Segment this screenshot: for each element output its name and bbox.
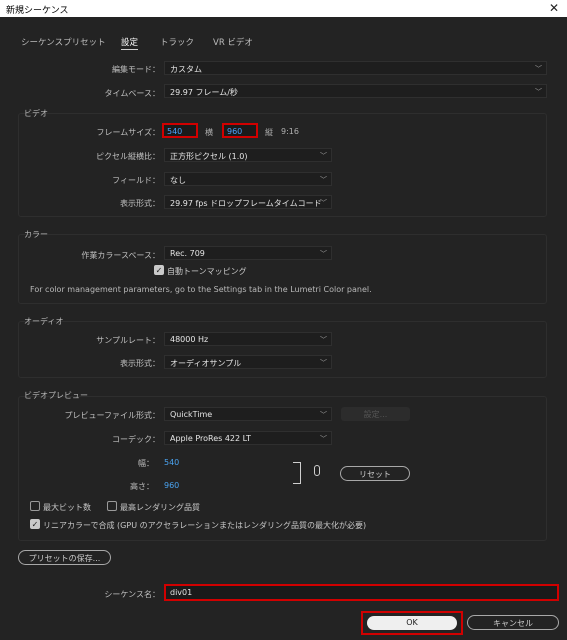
chevron-down-icon: ﹀ (320, 435, 327, 443)
audio-display-format-dropdown[interactable]: オーディオサンプル ﹀ (164, 355, 332, 369)
display-format-value: 29.97 fps ドロップフレームタイムコード (170, 199, 322, 208)
audio-display-format-value: オーディオサンプル (170, 359, 242, 368)
pixel-aspect-label: ピクセル縦横比： (96, 152, 160, 161)
auto-tone-mapping-label: 自動トーンマッピング (167, 267, 247, 276)
frame-width-input[interactable]: 540 (162, 123, 198, 138)
ok-highlight: OK (361, 611, 463, 635)
tab-bar: シーケンスプリセット 設定 トラック VR ビデオ (0, 36, 567, 50)
tab-vr-video[interactable]: VR ビデオ (213, 36, 253, 48)
audio-display-format-label: 表示形式： (120, 359, 160, 368)
display-format-label: 表示形式： (120, 199, 160, 208)
chevron-down-icon: ﹀ (320, 199, 327, 207)
linear-color-checkbox[interactable]: ✓ (30, 519, 40, 529)
sample-rate-label: サンプルレート： (96, 336, 160, 345)
chevron-down-icon: ﹀ (320, 359, 327, 367)
frame-size-label: フレームサイズ： (96, 128, 160, 137)
audio-section (18, 321, 547, 378)
link-icon[interactable] (314, 465, 320, 476)
save-preset-button[interactable]: プリセットの保存... (18, 550, 111, 565)
window-title: 新規シーケンス (6, 6, 69, 16)
fields-dropdown[interactable]: なし ﹀ (164, 172, 332, 186)
chevron-down-icon: ﹀ (535, 88, 542, 96)
working-color-space-dropdown[interactable]: Rec. 709 ﹀ (164, 246, 332, 260)
sequence-name-label: シーケンス名： (104, 590, 160, 599)
timebase-label: タイムベース： (104, 89, 160, 98)
sample-rate-value: 48000 Hz (170, 335, 209, 344)
chevron-down-icon: ﹀ (320, 176, 327, 184)
timebase-value: 29.97 フレーム/秒 (170, 88, 238, 97)
ok-button[interactable]: OK (367, 616, 457, 630)
cancel-button[interactable]: キャンセル (467, 615, 559, 630)
max-bit-depth-checkbox[interactable] (30, 501, 40, 511)
auto-tone-mapping-checkbox[interactable]: ✓ (154, 265, 164, 275)
preview-width-value[interactable]: 540 (164, 458, 179, 467)
sample-rate-dropdown[interactable]: 48000 Hz ﹀ (164, 332, 332, 346)
tab-settings[interactable]: 設定 (121, 36, 139, 50)
vertical-label: 縦 (265, 128, 273, 137)
max-bit-depth-label: 最大ビット数 (43, 503, 91, 512)
preview-width-label: 幅： (138, 459, 154, 468)
edit-mode-label: 編集モード： (112, 65, 160, 74)
preview-file-format-dropdown[interactable]: QuickTime ﹀ (164, 407, 332, 421)
aspect-ratio-text: 9:16 (281, 127, 299, 136)
codec-value: Apple ProRes 422 LT (170, 434, 251, 443)
codec-dropdown[interactable]: Apple ProRes 422 LT ﹀ (164, 431, 332, 445)
tab-tracks[interactable]: トラック (160, 36, 194, 48)
reset-button[interactable]: リセット (340, 466, 410, 481)
close-icon[interactable]: ✕ (547, 1, 561, 15)
video-section-title: ビデオ (24, 109, 48, 118)
color-management-note: For color management parameters, go to t… (30, 285, 372, 294)
preview-height-label: 高さ： (130, 482, 154, 491)
max-render-quality-label: 最高レンダリング品質 (120, 503, 200, 512)
edit-mode-value: カスタム (170, 65, 202, 74)
linear-color-label: リニアカラーで合成 (GPU のアクセラレーションまたはレンダリング品質の最大化… (43, 521, 367, 530)
preview-file-format-value: QuickTime (170, 410, 213, 419)
video-preview-section-title: ビデオプレビュー (24, 391, 88, 400)
tab-sequence-presets[interactable]: シーケンスプリセット (21, 36, 106, 48)
codec-label: コーデック： (112, 435, 160, 444)
chevron-down-icon: ﹀ (320, 152, 327, 160)
working-color-space-label: 作業カラースペース： (81, 251, 160, 260)
pixel-aspect-value: 正方形ピクセル (1.0) (170, 152, 248, 161)
sequence-name-input[interactable]: div01 (164, 584, 559, 601)
title-bar: 新規シーケンス ✕ (0, 0, 567, 17)
chevron-down-icon: ﹀ (320, 250, 327, 258)
color-section-title: カラー (24, 230, 48, 239)
fields-value: なし (170, 176, 186, 185)
pixel-aspect-dropdown[interactable]: 正方形ピクセル (1.0) ﹀ (164, 148, 332, 162)
fields-label: フィールド： (112, 176, 160, 185)
chevron-down-icon: ﹀ (535, 65, 542, 73)
display-format-dropdown[interactable]: 29.97 fps ドロップフレームタイムコード ﹀ (164, 195, 332, 209)
edit-mode-dropdown[interactable]: カスタム ﹀ (164, 61, 547, 75)
chevron-down-icon: ﹀ (320, 336, 327, 344)
preview-file-format-label: プレビューファイル形式： (64, 411, 160, 420)
frame-height-input[interactable]: 960 (222, 123, 258, 138)
chevron-down-icon: ﹀ (320, 411, 327, 419)
preview-height-value[interactable]: 960 (164, 481, 179, 490)
preview-settings-button[interactable]: 設定... (341, 407, 410, 421)
audio-section-title: オーディオ (24, 317, 64, 326)
max-render-quality-checkbox[interactable] (107, 501, 117, 511)
horizontal-label: 横 (205, 128, 213, 137)
working-color-space-value: Rec. 709 (170, 249, 205, 258)
bracket-connector (293, 462, 301, 484)
timebase-dropdown[interactable]: 29.97 フレーム/秒 ﹀ (164, 84, 547, 98)
